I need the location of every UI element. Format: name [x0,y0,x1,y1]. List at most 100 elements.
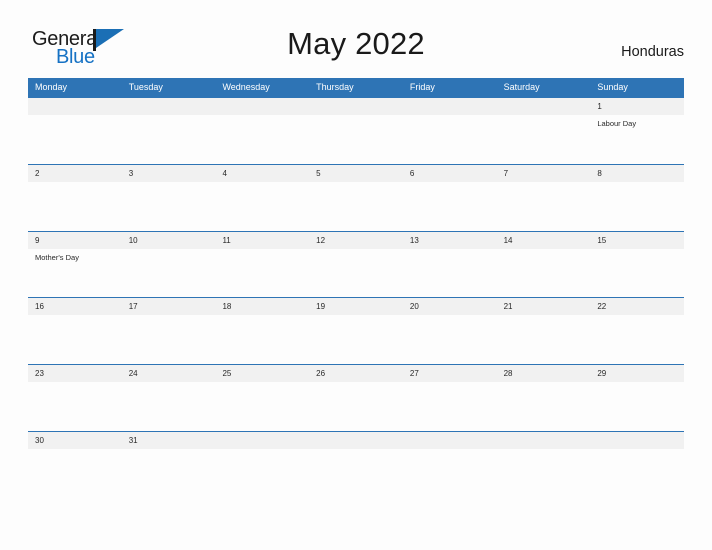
day-number[interactable] [497,432,591,449]
day-event [309,115,403,163]
day-event [497,182,591,230]
day-event [497,115,591,163]
day-number[interactable] [309,98,403,115]
day-number[interactable]: 5 [309,165,403,182]
day-event [122,115,216,163]
day-number[interactable]: 25 [215,365,309,382]
day-number[interactable]: 3 [122,165,216,182]
week-event-band: Labour Day [28,115,684,163]
calendar-page: General Blue May 2022 Honduras Monday Tu… [0,0,712,550]
week-date-band: 23 24 25 26 27 28 29 [28,365,684,383]
day-number[interactable]: 23 [28,365,122,382]
week-event-band [28,315,684,364]
day-event [403,249,497,297]
day-event [309,315,403,363]
week-row: 1 Labour Day [28,97,684,164]
day-number[interactable]: 18 [215,298,309,315]
day-number[interactable]: 16 [28,298,122,315]
week-row: 30 31 [28,430,684,498]
page-header: General Blue May 2022 Honduras [0,0,712,76]
day-event [497,315,591,363]
day-event [215,249,309,297]
day-event [590,249,684,297]
week-event-band [28,448,684,497]
day-number[interactable]: 22 [590,298,684,315]
day-number[interactable]: 14 [497,232,591,249]
day-number[interactable]: 21 [497,298,591,315]
day-event [590,182,684,230]
weekday-header-thursday: Thursday [316,82,354,92]
day-number[interactable]: 29 [590,365,684,382]
day-event [497,249,591,297]
day-number[interactable] [215,432,309,449]
day-number[interactable]: 9 [28,232,122,249]
week-date-band: 1 [28,98,684,115]
week-row: 23 24 25 26 27 28 29 [28,364,684,431]
day-number[interactable]: 8 [590,165,684,182]
day-number[interactable] [215,98,309,115]
day-event [497,382,591,430]
day-event [590,449,684,497]
day-number[interactable]: 20 [403,298,497,315]
day-number[interactable] [309,432,403,449]
weekday-header-saturday: Saturday [503,82,540,92]
day-event [28,449,122,497]
day-number[interactable]: 17 [122,298,216,315]
day-event [403,115,497,163]
page-title: May 2022 [287,26,425,61]
day-number[interactable]: 27 [403,365,497,382]
day-event [403,449,497,497]
day-number[interactable]: 13 [403,232,497,249]
day-number[interactable]: 12 [309,232,403,249]
day-event [122,182,216,230]
day-number[interactable]: 2 [28,165,122,182]
day-number[interactable] [28,98,122,115]
day-event [403,182,497,230]
day-number[interactable]: 7 [497,165,591,182]
weekday-header-friday: Friday [409,82,435,92]
day-event [497,449,591,497]
week-date-band: 30 31 [28,431,684,449]
day-number[interactable] [590,432,684,449]
week-row: 16 17 18 19 20 21 22 [28,297,684,365]
day-number[interactable]: 26 [309,365,403,382]
day-event [309,249,403,297]
day-number[interactable]: 19 [309,298,403,315]
day-event [215,115,309,163]
day-event [215,182,309,230]
day-number[interactable] [403,432,497,449]
day-event [403,315,497,363]
week-event-band [28,181,684,230]
day-number[interactable]: 28 [497,365,591,382]
day-number[interactable] [122,98,216,115]
day-event: Labour Day [597,119,637,128]
week-row: 9 10 11 12 13 14 15 Mother's Day [28,230,684,298]
week-event-band: Mother's Day [28,248,684,297]
day-event [28,182,122,230]
day-event [309,449,403,497]
day-number[interactable]: 1 [590,98,684,115]
country-label: Honduras [621,44,684,60]
day-event [309,182,403,230]
day-number[interactable]: 15 [590,232,684,249]
week-date-band: 9 10 11 12 13 14 15 [28,231,684,249]
day-number[interactable] [403,98,497,115]
day-number[interactable]: 30 [28,432,122,449]
day-number[interactable]: 6 [403,165,497,182]
week-event-band [28,382,684,431]
day-number[interactable]: 11 [215,232,309,249]
day-number[interactable]: 4 [215,165,309,182]
day-number[interactable]: 31 [122,432,216,449]
weekday-header-row: Monday Tuesday Wednesday Thursday Friday… [28,78,684,97]
day-event [122,249,216,297]
day-event [28,382,122,430]
day-event [215,315,309,363]
day-number[interactable]: 10 [122,232,216,249]
day-event [309,382,403,430]
day-number[interactable] [497,98,591,115]
weekday-header-monday: Monday [35,82,68,92]
weekday-header-sunday: Sunday [597,82,628,92]
day-number[interactable]: 24 [122,365,216,382]
weekday-header-tuesday: Tuesday [128,82,163,92]
weekday-header-wednesday: Wednesday [222,82,270,92]
